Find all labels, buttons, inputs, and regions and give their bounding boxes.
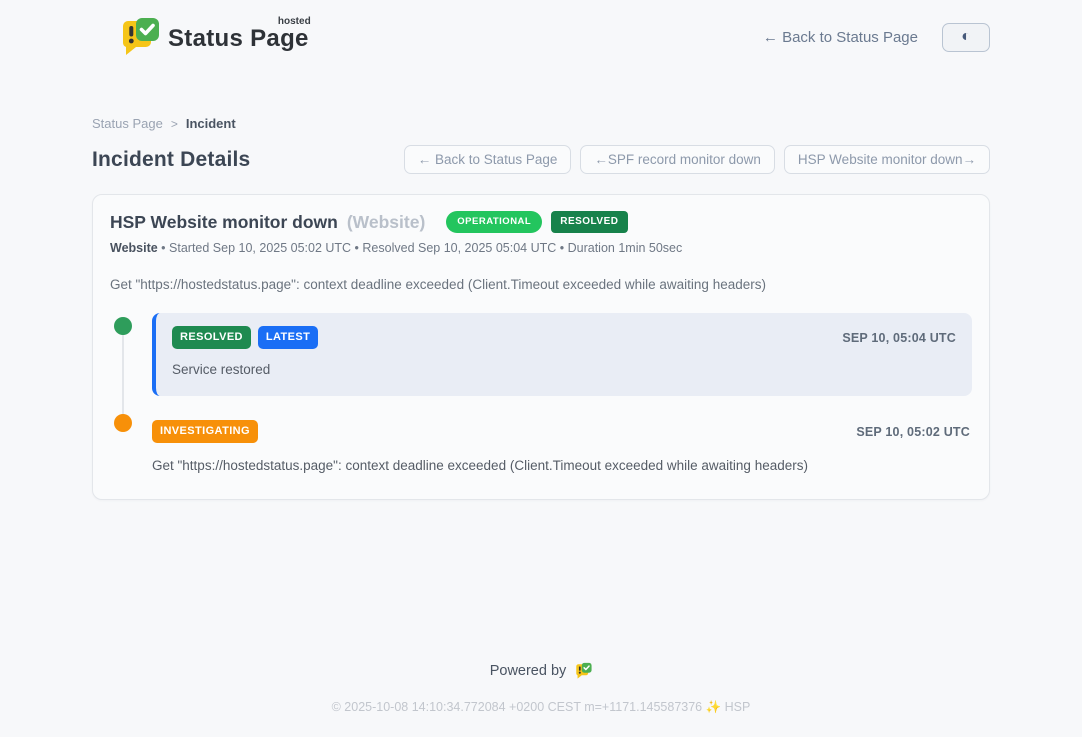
timeline-connector-line xyxy=(122,327,124,425)
resolved-badge: RESOLVED xyxy=(172,326,251,349)
incident-meta-details: • Started Sep 10, 2025 05:02 UTC • Resol… xyxy=(158,241,683,255)
resolved-status-badge: RESOLVED xyxy=(551,211,627,233)
latest-badge: LATEST xyxy=(258,326,318,349)
brand-superscript: hosted xyxy=(278,16,311,27)
timeline-entry-message: Get "https://hostedstatus.page": context… xyxy=(152,458,970,473)
timeline-entry-header: INVESTIGATING SEP 10, 05:02 UTC xyxy=(152,420,970,443)
footer: Powered by © 2025-10-08 14:10:34.772084 … xyxy=(0,662,1082,737)
incident-card-header: HSP Website monitor down (Website) OPERA… xyxy=(110,211,972,233)
incident-title: HSP Website monitor down xyxy=(110,212,338,233)
timeline-entry-investigating: INVESTIGATING SEP 10, 05:02 UTC Get "htt… xyxy=(152,420,972,473)
header-actions: ← Back to Status Page ◐ xyxy=(763,23,990,52)
contrast-half-circle-icon: ◐ xyxy=(961,29,971,45)
powered-by-link[interactable]: Powered by xyxy=(0,662,1082,680)
timeline-entry-badges: INVESTIGATING xyxy=(152,420,258,443)
status-page-logo-icon xyxy=(120,16,160,58)
investigating-badge: INVESTIGATING xyxy=(152,420,258,443)
title-row: Incident Details ← Back to Status Page ←… xyxy=(92,145,990,174)
timeline-entry-header: RESOLVED LATEST SEP 10, 05:04 UTC xyxy=(172,326,956,349)
incident-card: HSP Website monitor down (Website) OPERA… xyxy=(92,194,990,500)
powered-by-label: Powered by xyxy=(490,663,567,679)
timeline-entry-timestamp: SEP 10, 05:04 UTC xyxy=(842,331,956,345)
brand-wordmark: Status Page hosted xyxy=(168,16,309,53)
header: Status Page hosted ← Back to Status Page… xyxy=(92,0,990,58)
incident-timeline: RESOLVED LATEST SEP 10, 05:04 UTC Servic… xyxy=(114,313,972,473)
back-to-status-page-button[interactable]: ← Back to Status Page xyxy=(404,145,572,174)
previous-incident-button[interactable]: ←SPF record monitor down xyxy=(580,145,775,174)
page: Status Page hosted ← Back to Status Page… xyxy=(0,0,1082,737)
incident-meta-monitor: Website xyxy=(110,241,158,255)
app-logo: Status Page hosted xyxy=(92,16,309,58)
breadcrumb-current-incident: Incident xyxy=(186,116,236,131)
main-content: Status Page > Incident Incident Details … xyxy=(92,116,990,500)
breadcrumb-status-page-link[interactable]: Status Page xyxy=(92,116,163,131)
timeline-dot-investigating xyxy=(114,414,132,432)
incident-nav-buttons: ← Back to Status Page ←SPF record monito… xyxy=(404,145,990,174)
page-title: Incident Details xyxy=(92,148,250,172)
incident-monitor-suffix: (Website) xyxy=(347,212,425,233)
breadcrumb: Status Page > Incident xyxy=(92,116,990,131)
copyright-text: © 2025-10-08 14:10:34.772084 +0200 CEST … xyxy=(0,700,1082,715)
timeline-entry-badges: RESOLVED LATEST xyxy=(172,326,318,349)
status-page-mini-logo-icon xyxy=(575,662,592,680)
incident-description: Get "https://hostedstatus.page": context… xyxy=(110,277,972,292)
timeline-entry-timestamp: SEP 10, 05:02 UTC xyxy=(856,425,970,439)
incident-meta: Website • Started Sep 10, 2025 05:02 UTC… xyxy=(110,241,972,255)
operational-status-badge: OPERATIONAL xyxy=(446,211,542,233)
theme-toggle-button[interactable]: ◐ xyxy=(942,23,990,52)
next-incident-button[interactable]: HSP Website monitor down→ xyxy=(784,145,990,174)
breadcrumb-separator: > xyxy=(171,117,178,131)
timeline-entry-message: Service restored xyxy=(172,362,956,377)
timeline-entry-latest: RESOLVED LATEST SEP 10, 05:04 UTC Servic… xyxy=(152,313,972,396)
header-back-to-status-link[interactable]: ← Back to Status Page xyxy=(763,29,918,46)
timeline-dot-resolved xyxy=(114,317,132,335)
brand-name: Status Page xyxy=(168,25,309,52)
